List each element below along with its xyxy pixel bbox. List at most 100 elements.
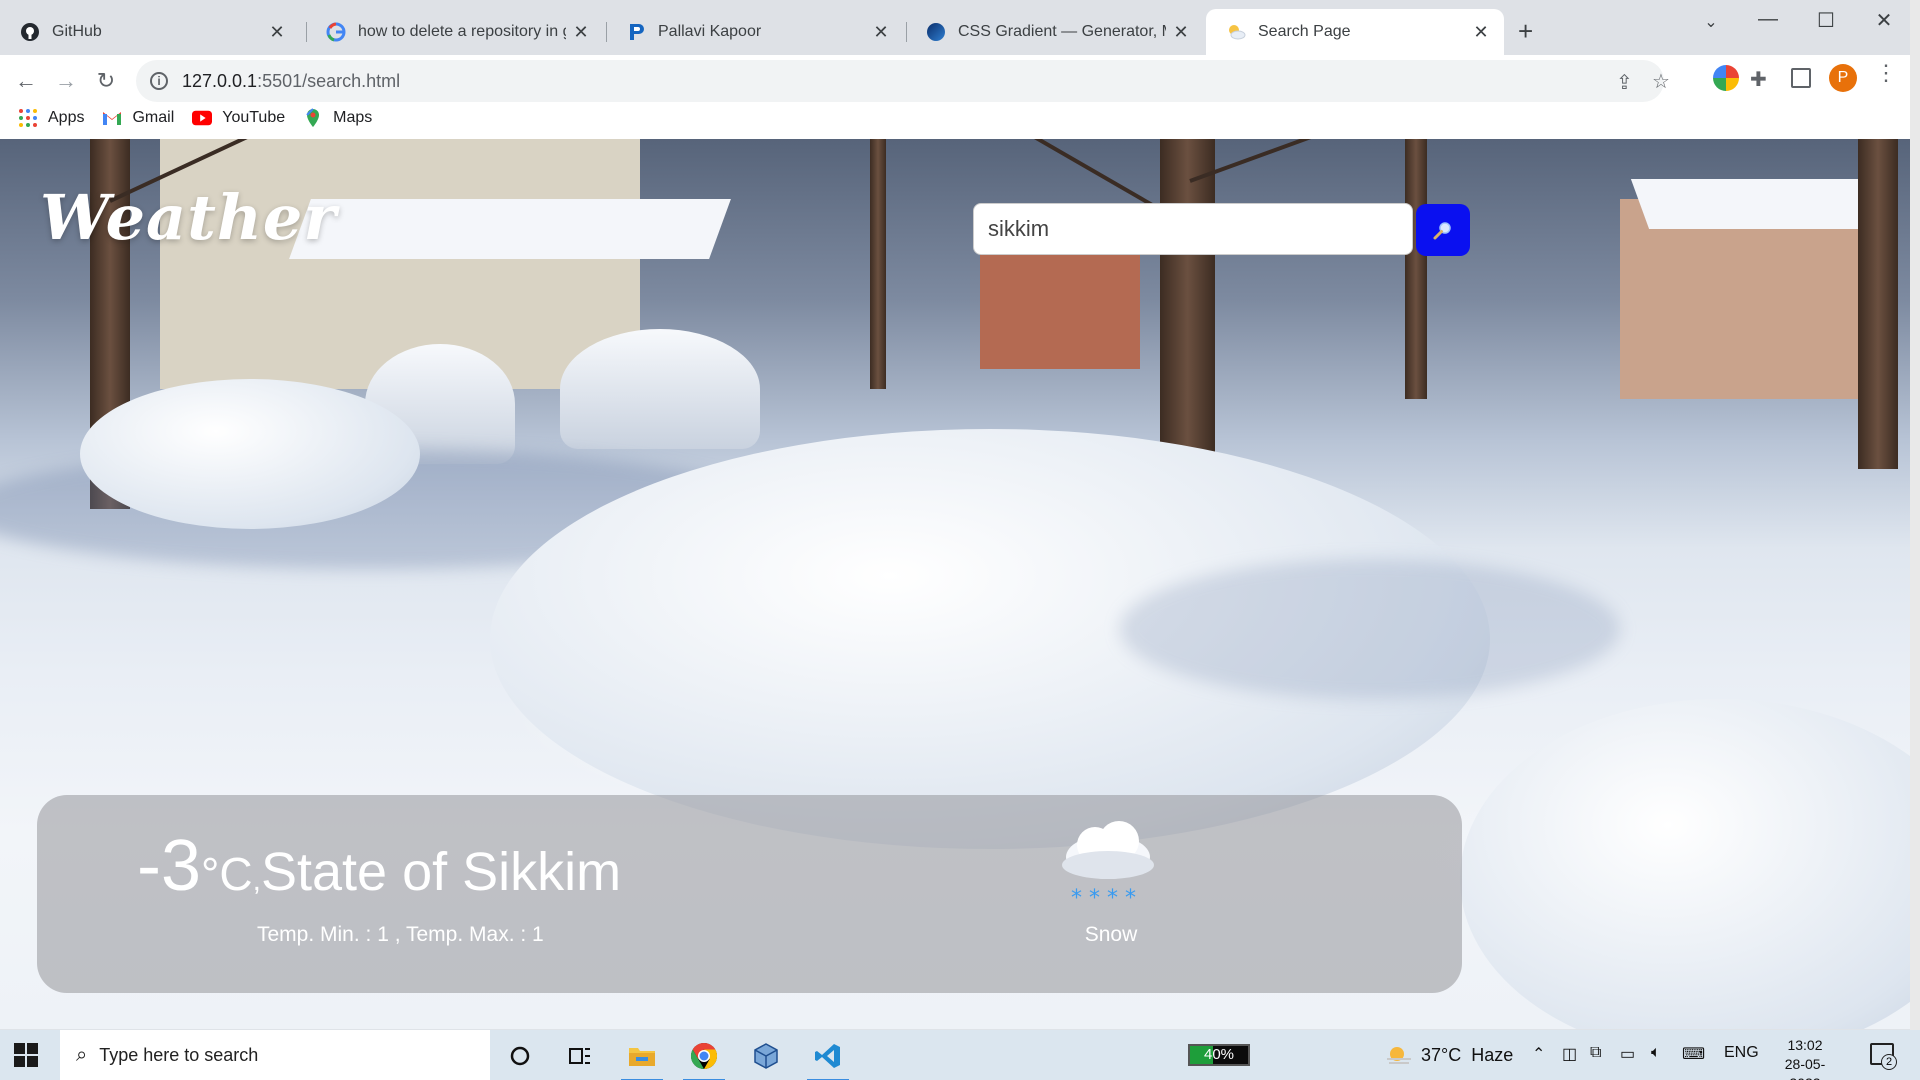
city-search-input[interactable] (973, 203, 1413, 255)
extensions-puzzle-icon[interactable]: ✚ (1750, 67, 1776, 93)
house-image (160, 139, 640, 389)
side-panel-icon[interactable] (1791, 68, 1811, 88)
close-icon[interactable]: ✕ (872, 23, 890, 41)
tab-title: Search Page (1258, 23, 1351, 40)
tab-github[interactable]: GitHub ✕ (0, 9, 300, 55)
search-icon: ⌕ (76, 1043, 88, 1066)
file-explorer-icon[interactable] (619, 1036, 665, 1080)
tree-branch-image (1189, 139, 1398, 183)
url-text[interactable]: 127.0.0.1:5501/search.html (182, 71, 400, 92)
snow-drift-image (1460, 699, 1910, 1029)
close-icon[interactable]: ✕ (268, 23, 286, 41)
back-icon[interactable]: ← (8, 63, 44, 99)
bookmark-maps[interactable]: Maps (303, 108, 372, 128)
battery-icon[interactable]: ▭ (1620, 1044, 1635, 1064)
battery-indicator: 40% (1188, 1044, 1250, 1066)
tab-title: Pallavi Kapoor (658, 23, 762, 40)
taskbar-clock[interactable]: 13:02 28-05-2022 (1770, 1036, 1840, 1080)
snow-cloud-icon: * * * * (1062, 821, 1154, 911)
address-bar[interactable]: i 127.0.0.1:5501/search.html ⇪ ☆ (136, 60, 1670, 102)
temperature-unit: °C (201, 848, 253, 900)
tab-title: CSS Gradient — Generator, Make (958, 23, 1166, 40)
roof-image (289, 199, 731, 259)
weather-condition: Snow (1084, 923, 1138, 946)
weather-result-card: -3°C,State of Sikkim Temp. Min. : 1 , Te… (37, 795, 1462, 993)
color-extension-icon[interactable] (1713, 65, 1739, 91)
tree-trunk-image (1160, 139, 1215, 479)
location-separator: , (252, 864, 261, 897)
house-image (980, 249, 1140, 369)
tab-title: how to delete a repository in gith (358, 23, 566, 40)
search-button[interactable] (1416, 204, 1470, 256)
tree-trunk-image (1858, 139, 1898, 469)
tab-title: GitHub (52, 23, 102, 40)
bookmark-label: YouTube (222, 109, 286, 126)
tab-google-search[interactable]: how to delete a repository in gith ✕ (306, 9, 604, 55)
bookmark-gmail[interactable]: Gmail (102, 108, 174, 128)
tab-pallavi-kapoor[interactable]: Pallavi Kapoor ✕ (606, 9, 904, 55)
taskbar-search-box[interactable]: ⌕ Type here to search (60, 1030, 490, 1080)
windows-start-icon[interactable] (14, 1043, 38, 1067)
vscode-icon[interactable] (805, 1036, 851, 1080)
magnifier-icon (1433, 222, 1451, 240)
profile-avatar[interactable]: P (1829, 64, 1857, 92)
cortana-icon[interactable] (497, 1036, 543, 1076)
bookmark-label: Maps (333, 109, 373, 126)
location-name: State of Sikkim (261, 842, 622, 902)
bookmark-label: Apps (48, 109, 85, 126)
taskbar-weather-temp: 37°C (1421, 1044, 1462, 1065)
apps-grid-icon (18, 108, 38, 128)
virtualbox-cube-icon[interactable] (743, 1036, 789, 1076)
maps-icon (303, 108, 323, 128)
keyboard-icon[interactable]: ⌨ (1682, 1044, 1705, 1064)
bookmark-apps[interactable]: Apps (18, 108, 84, 128)
input-language[interactable]: ENG (1724, 1044, 1759, 1062)
close-icon[interactable]: ✕ (1472, 23, 1490, 41)
tab-strip: GitHub ✕ how to delete a repository in g… (0, 0, 1910, 55)
gmail-icon (102, 108, 122, 128)
site-info-icon[interactable]: i (150, 72, 168, 90)
css-gradient-icon (926, 22, 946, 42)
tree-trunk-image (1405, 139, 1427, 399)
bookmark-label: Gmail (132, 109, 175, 126)
snow-covered-truck-image (560, 329, 760, 449)
snow-drift-image (80, 379, 420, 529)
meet-now-icon[interactable]: ◫ (1562, 1044, 1577, 1064)
clock-time: 13:02 (1787, 1037, 1823, 1053)
taskbar-weather-text: Haze (1471, 1044, 1514, 1065)
page-scrollbar[interactable] (1910, 0, 1920, 1030)
screen-capture-icon[interactable]: ⧉ (1590, 1044, 1601, 1062)
snow-shadow (1120, 559, 1620, 699)
bookmark-youtube[interactable]: YouTube (192, 108, 285, 128)
weather-page: Weather -3°C,State of Sikkim Temp. Min. … (0, 139, 1910, 1029)
task-view-icon[interactable] (557, 1036, 603, 1076)
new-tab-button[interactable]: + (1518, 18, 1533, 44)
tab-search-page[interactable]: Search Page ✕ (1206, 9, 1504, 55)
window-close-icon[interactable]: ✕ (1864, 8, 1904, 33)
forward-icon[interactable]: → (48, 63, 84, 99)
p-brand-icon (626, 22, 646, 42)
bookmarks-bar: Apps Gmail YouTube Maps (0, 103, 372, 133)
tab-search-dropdown-icon[interactable]: ⌄ (1691, 12, 1731, 32)
reload-icon[interactable]: ↻ (88, 63, 124, 99)
browser-menu-icon[interactable]: ⋮ (1875, 60, 1897, 86)
taskbar-search-placeholder: Type here to search (99, 1044, 259, 1065)
weather-favicon (1226, 22, 1246, 42)
close-icon[interactable]: ✕ (1172, 23, 1190, 41)
show-hidden-icons-icon[interactable]: ⌃ (1532, 1044, 1545, 1064)
taskbar-weather-widget[interactable]: 37°C Haze (1385, 1044, 1513, 1066)
close-icon[interactable]: ✕ (572, 23, 590, 41)
minimize-icon[interactable]: — (1748, 8, 1788, 31)
battery-percent: 40% (1203, 1046, 1235, 1063)
maximize-icon[interactable]: ☐ (1806, 8, 1846, 33)
google-icon (326, 22, 346, 42)
volume-icon[interactable]: 🔈︎ (1651, 1044, 1661, 1062)
tree-trunk-image (870, 139, 886, 389)
svg-text:* * * *: * * * * (1071, 886, 1136, 911)
temperature-min-max: Temp. Min. : 1 , Temp. Max. : 1 (257, 923, 544, 946)
chrome-icon[interactable] (681, 1036, 727, 1080)
bookmark-star-icon[interactable]: ☆ (1652, 69, 1670, 94)
share-icon[interactable]: ⇪ (1616, 70, 1633, 95)
windows-taskbar: ⌕ Type here to search 40% 37°C Haze ⌃ ◫ … (0, 1030, 1920, 1080)
tab-css-gradient[interactable]: CSS Gradient — Generator, Make ✕ (906, 9, 1204, 55)
